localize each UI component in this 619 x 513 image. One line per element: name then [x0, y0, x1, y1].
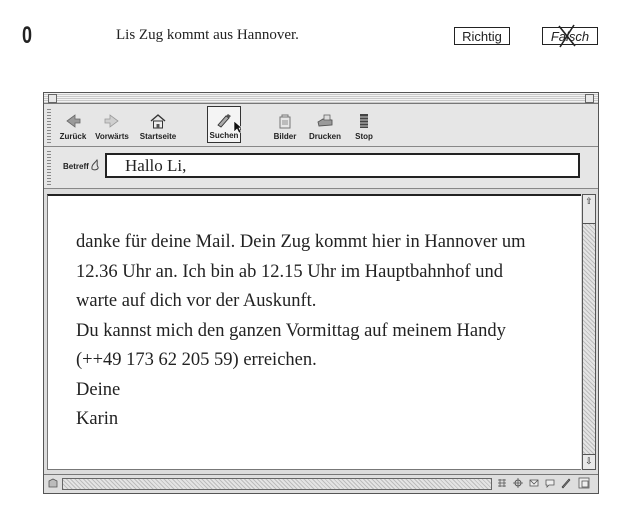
cross-mark-icon [558, 24, 576, 48]
scroll-thumb[interactable] [583, 209, 595, 224]
grid-icon[interactable] [496, 477, 508, 489]
mouse-cursor-icon [233, 120, 243, 134]
horizontal-scrollbar[interactable] [62, 478, 492, 490]
status-bar [44, 474, 598, 493]
message-line: Du kannst mich den ganzen Vormittag auf … [76, 320, 506, 341]
stop-icon [360, 114, 368, 128]
toolbar-grip[interactable] [47, 107, 51, 143]
scroll-down-arrow-icon[interactable]: ⇩ [583, 454, 595, 469]
subject-field[interactable]: Hallo Li, [105, 153, 580, 178]
email-window: Zurück Vorwärts Startseite Suchen Bilder… [43, 92, 599, 494]
message-text: danke für deine Mail. Dein Zug kommt hie… [76, 228, 576, 435]
window-titlebar[interactable] [44, 93, 598, 104]
home-icon [150, 114, 166, 129]
message-line: (++49 173 62 205 59) erreichen. [76, 350, 317, 370]
exercise-number: 0 [22, 22, 33, 49]
subject-bar: Betreff Hallo Li, [44, 147, 598, 189]
edit-pen-icon[interactable] [560, 477, 572, 489]
print-button[interactable]: Drucken [306, 106, 344, 143]
message-line: danke für deine Mail. Dein Zug kommt hie… [76, 232, 526, 252]
scroll-up-arrow-icon[interactable]: ⇧ [583, 195, 595, 210]
images-button-label: Bilder [273, 132, 297, 141]
subject-label: Betreff [63, 162, 89, 171]
option-richtig[interactable]: Richtig [454, 27, 510, 45]
option-richtig-label: Richtig [462, 28, 502, 44]
option-falsch[interactable]: Falsch [542, 24, 598, 48]
network-icon[interactable] [512, 477, 524, 489]
chat-icon[interactable] [544, 477, 556, 489]
home-button-label: Startseite [139, 132, 177, 141]
page-icon [48, 478, 58, 488]
back-button[interactable]: Zurück [58, 106, 88, 143]
resize-grip-icon[interactable] [578, 477, 590, 489]
back-arrow-icon [66, 114, 81, 128]
images-icon [279, 114, 291, 129]
close-box-icon[interactable] [48, 94, 57, 103]
message-line: warte auf dich vor der Auskunft. [76, 291, 317, 311]
mail-icon[interactable] [528, 477, 540, 489]
subject-bar-grip[interactable] [47, 150, 51, 185]
zoom-box-icon[interactable] [585, 94, 594, 103]
message-line: Deine [76, 379, 121, 400]
back-button-label: Zurück [59, 132, 87, 141]
pen-icon [91, 159, 99, 171]
exercise-statement: Lis Zug kommt aus Hannover. [116, 27, 299, 43]
home-button[interactable]: Startseite [138, 106, 178, 143]
browser-toolbar: Zurück Vorwärts Startseite Suchen Bilder… [44, 104, 598, 147]
vertical-scrollbar[interactable]: ⇧ ⇩ [582, 194, 596, 470]
stop-button[interactable]: Stop [352, 106, 376, 143]
message-line: Karin [76, 409, 119, 429]
message-line: 12.36 Uhr an. Ich bin ab 12.15 Uhr im Ha… [76, 261, 503, 282]
print-button-label: Drucken [308, 132, 341, 141]
printer-icon [317, 114, 333, 127]
stop-button-label: Stop [355, 132, 373, 141]
message-body[interactable]: danke für deine Mail. Dein Zug kommt hie… [47, 194, 581, 470]
images-button[interactable]: Bilder [270, 106, 300, 143]
forward-arrow-icon [104, 114, 119, 128]
forward-button-label: Vorwärts [95, 132, 129, 141]
search-icon [217, 114, 231, 128]
forward-button[interactable]: Vorwärts [94, 106, 130, 143]
